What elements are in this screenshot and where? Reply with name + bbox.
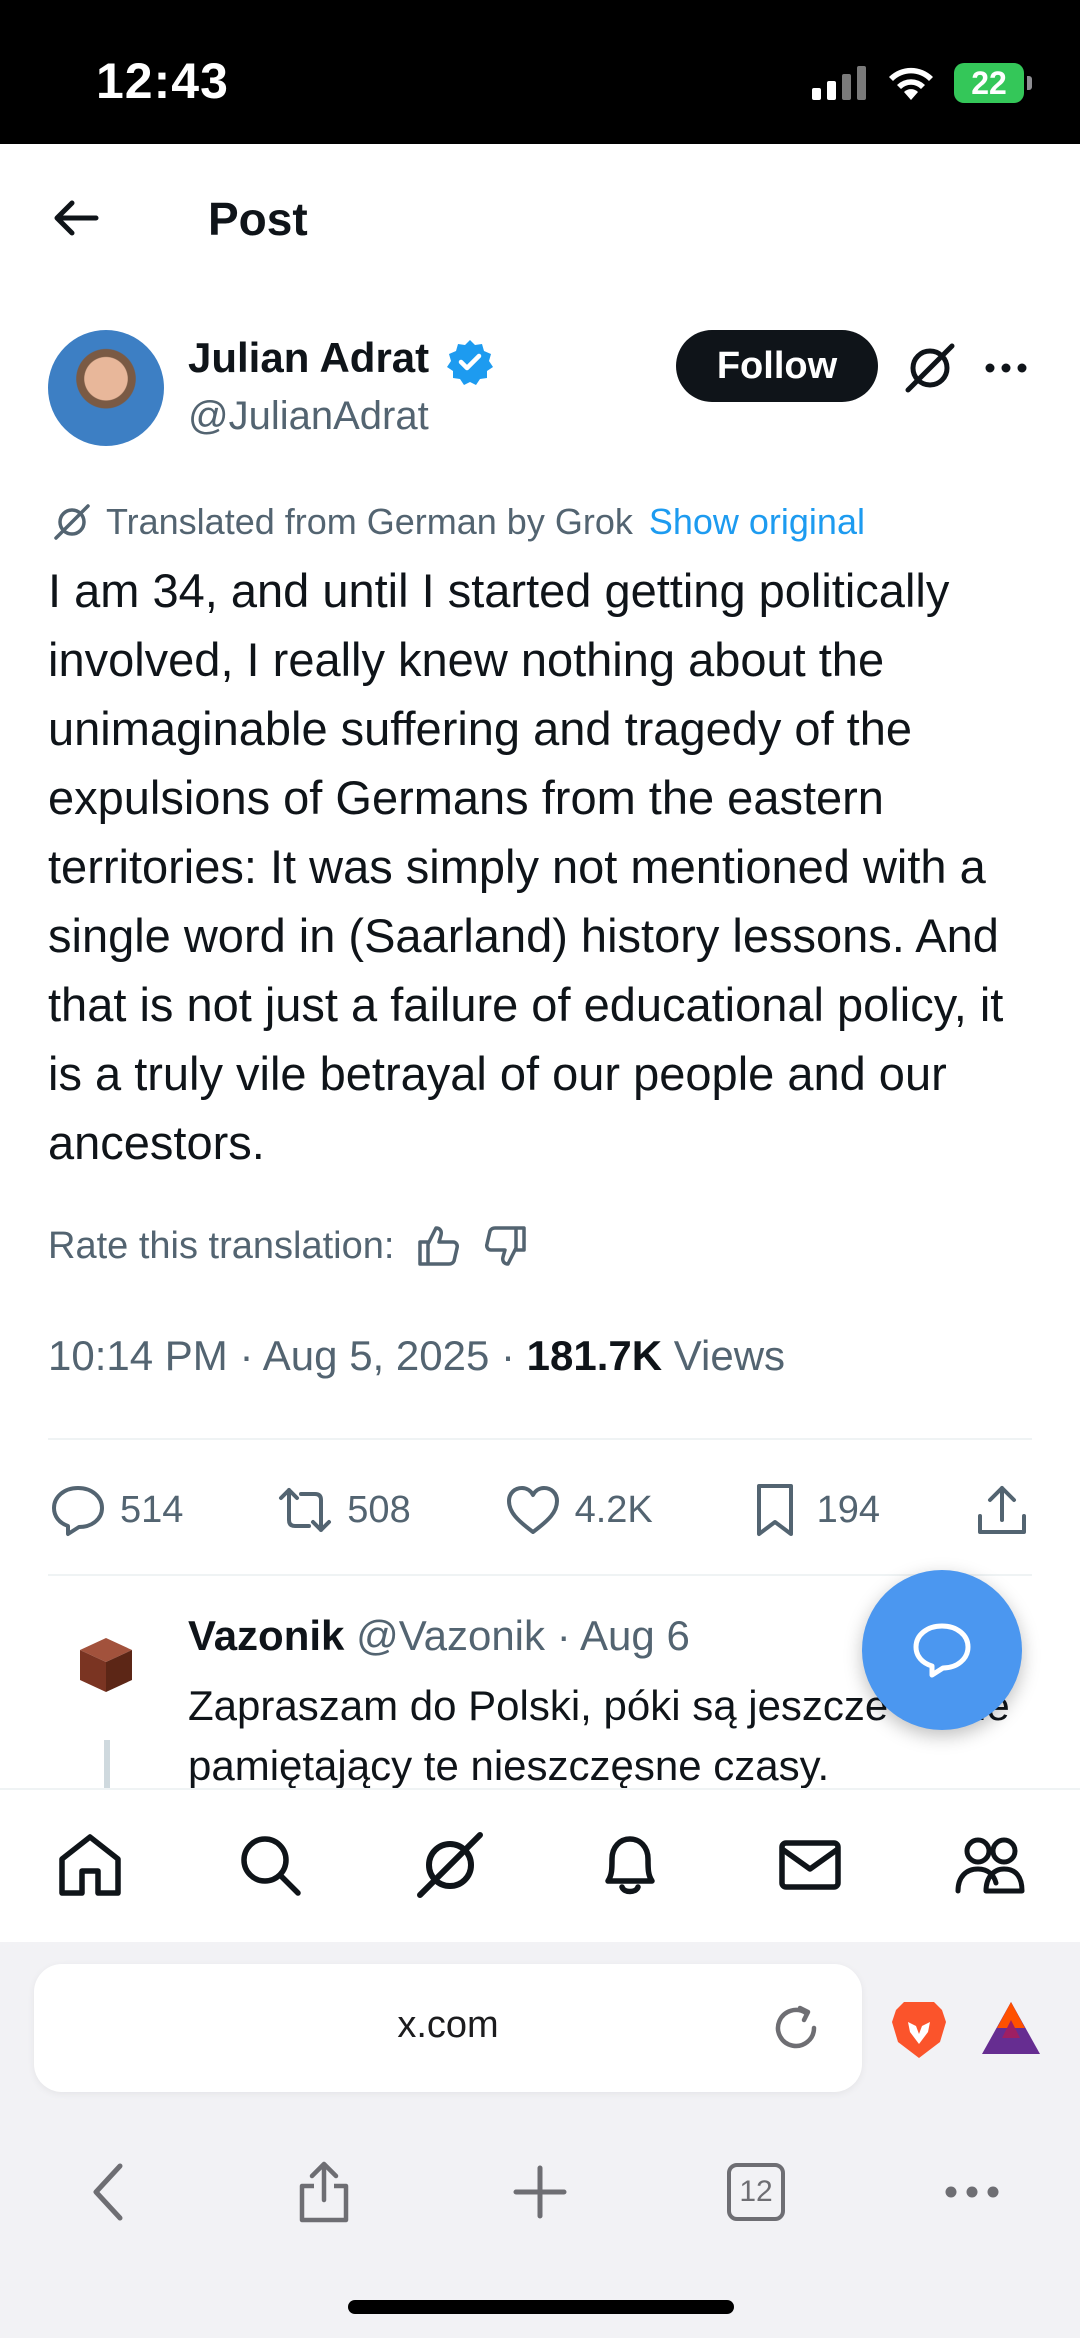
reply-icon xyxy=(52,1486,104,1536)
reply-author-handle[interactable]: @Vazonik xyxy=(356,1612,545,1659)
post-time: 10:14 PM xyxy=(48,1332,228,1379)
brave-icon[interactable] xyxy=(890,1998,948,2062)
reply-header: Vazonik @Vazonik · Aug 6 xyxy=(188,1612,690,1659)
nav-messages[interactable] xyxy=(772,1827,848,1903)
like-button[interactable]: 4.2K xyxy=(503,1480,653,1540)
thread-line xyxy=(104,1740,110,1788)
page-title: Post xyxy=(208,193,308,245)
verified-badge-icon xyxy=(447,340,493,385)
grok-icon xyxy=(417,1832,483,1898)
bookmark-icon xyxy=(756,1484,793,1536)
post-actions: 514 508 4.2K 194 xyxy=(48,1470,1032,1550)
post-meta: 10:14 PM · Aug 5, 2025 · 181.7K Views xyxy=(48,1332,786,1379)
post-text: I am 34, and until I started getting pol… xyxy=(48,564,1004,1169)
tabs-button[interactable]: 12 xyxy=(716,2152,796,2232)
views-count: 181.7K xyxy=(526,1332,663,1379)
like-count: 4.2K xyxy=(574,1488,653,1531)
notifications-icon xyxy=(605,1836,655,1895)
messages-icon xyxy=(779,1840,841,1890)
search-icon xyxy=(241,1836,301,1896)
rate-translation: Rate this translation: xyxy=(48,1222,530,1270)
author-handle[interactable]: @JulianAdrat xyxy=(188,394,429,439)
author-avatar[interactable] xyxy=(48,330,164,446)
top-bar: Post xyxy=(0,144,1080,294)
signal-icon xyxy=(812,66,866,100)
browser-menu-button[interactable] xyxy=(932,2152,1012,2232)
chevron-left-icon xyxy=(93,2163,123,2221)
share-icon xyxy=(299,2161,349,2223)
bookmark-button[interactable]: 194 xyxy=(745,1480,880,1540)
follow-button[interactable]: Follow xyxy=(676,330,878,402)
nav-notifications[interactable] xyxy=(592,1827,668,1903)
grok-icon[interactable] xyxy=(900,338,960,398)
views-label: Views xyxy=(673,1332,786,1379)
divider xyxy=(48,1438,1032,1440)
author-name[interactable]: Julian Adrat xyxy=(188,334,429,382)
post-date: Aug 5, 2025 xyxy=(262,1332,490,1379)
more-icon xyxy=(945,2186,999,2198)
grok-icon xyxy=(54,504,90,540)
reply-button[interactable]: 514 xyxy=(48,1480,183,1540)
reply-author-name[interactable]: Vazonik xyxy=(188,1612,344,1659)
address-bar[interactable]: x.com xyxy=(34,1964,862,2092)
home-icon xyxy=(59,1834,121,1896)
browser-toolbar: x.com 12 xyxy=(0,1942,1080,2338)
reply-avatar[interactable] xyxy=(70,1628,142,1700)
like-icon xyxy=(506,1486,559,1534)
browser-back-button[interactable] xyxy=(68,2152,148,2232)
battery-indicator: 22 xyxy=(954,63,1032,103)
status-bar: 12:43 22 xyxy=(0,0,1080,144)
new-tab-button[interactable] xyxy=(500,2152,580,2232)
translation-label: Translated from German by Grok xyxy=(106,501,633,542)
bat-icon[interactable] xyxy=(980,1998,1042,2060)
repost-button[interactable]: 508 xyxy=(275,1480,411,1540)
back-button[interactable] xyxy=(48,190,104,246)
tab-count: 12 xyxy=(727,2163,785,2221)
browser-tools: 12 xyxy=(0,2142,1080,2242)
nav-grok[interactable] xyxy=(412,1827,488,1903)
communities-icon xyxy=(955,1837,1025,1894)
translation-note: Translated from German by Grok Show orig… xyxy=(50,500,865,544)
status-time: 12:43 xyxy=(96,53,229,109)
thumbs-up-icon[interactable] xyxy=(414,1222,462,1270)
plus-icon xyxy=(513,2165,567,2219)
bookmark-count: 194 xyxy=(816,1488,881,1531)
share-button[interactable] xyxy=(972,1480,1032,1540)
browser-share-button[interactable] xyxy=(284,2152,364,2232)
reply-count: 514 xyxy=(120,1488,184,1531)
back-arrow-icon xyxy=(54,200,99,236)
repost-count: 508 xyxy=(347,1488,411,1531)
reply-date: Aug 6 xyxy=(580,1612,690,1659)
nav-search[interactable] xyxy=(232,1827,308,1903)
reload-icon[interactable] xyxy=(766,1998,826,2058)
nav-home[interactable] xyxy=(52,1827,128,1903)
thumbs-down-icon[interactable] xyxy=(482,1222,530,1270)
rate-label: Rate this translation: xyxy=(48,1224,395,1267)
show-original-link[interactable]: Show original xyxy=(649,501,865,543)
bottom-nav xyxy=(0,1788,1080,1940)
chat-bubble-icon xyxy=(913,1623,971,1678)
status-icons: 22 xyxy=(812,60,1032,106)
url-text: x.com xyxy=(397,2004,499,2046)
more-icon[interactable] xyxy=(976,338,1036,398)
nav-communities[interactable] xyxy=(952,1827,1028,1903)
home-indicator xyxy=(348,2300,734,2314)
compose-reply-button[interactable] xyxy=(862,1570,1022,1730)
divider xyxy=(48,1574,1032,1576)
wifi-icon xyxy=(889,67,933,100)
share-icon xyxy=(977,1486,1026,1534)
repost-icon xyxy=(279,1488,332,1532)
